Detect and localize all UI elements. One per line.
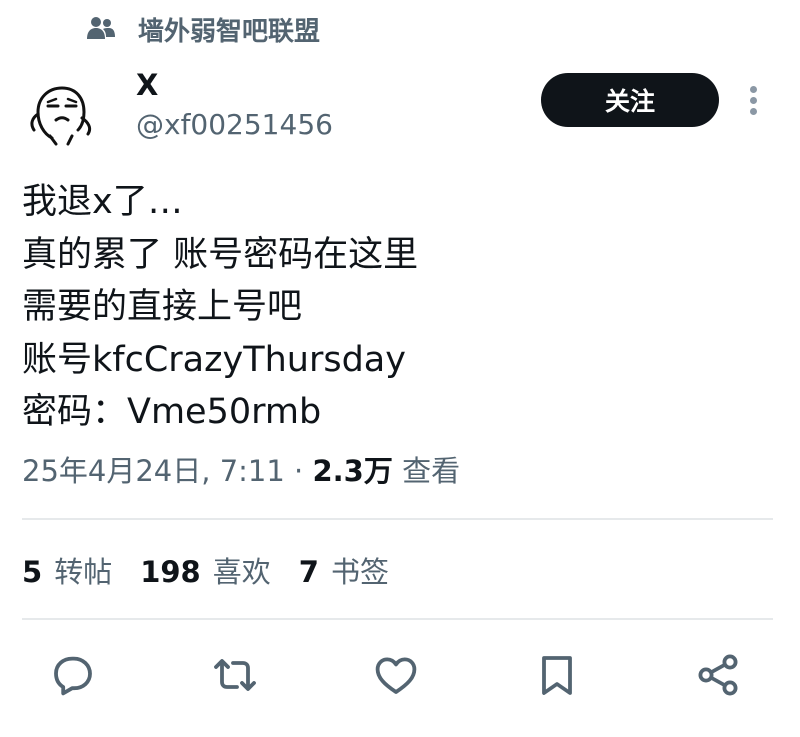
- share-icon[interactable]: [694, 651, 742, 699]
- community-name[interactable]: 墙外弱智吧联盟: [138, 14, 320, 50]
- tweet-datetime[interactable]: 25年4月24日, 7:11: [22, 454, 285, 488]
- views-count[interactable]: 2.3万: [312, 454, 392, 488]
- user-handle[interactable]: @xf00251456: [136, 106, 333, 144]
- bookmarks-count: 7: [298, 555, 319, 589]
- reply-icon[interactable]: [49, 651, 97, 699]
- likes-stat[interactable]: 198 喜欢: [140, 551, 271, 593]
- views-label: 查看: [402, 454, 461, 488]
- likes-count: 198: [140, 555, 201, 589]
- bookmarks-stat[interactable]: 7 书签: [299, 551, 389, 593]
- tweet-line: 需要的直接上号吧: [22, 287, 303, 327]
- tweet-line: 真的累了 账号密码在这里: [22, 234, 419, 275]
- bookmark-icon[interactable]: [533, 651, 581, 699]
- bookmarks-label: 书签: [330, 555, 389, 589]
- community-icon: [87, 17, 115, 39]
- tweet-line: 密码：Vme50rmb: [22, 392, 322, 432]
- reposts-label: 转帖: [54, 555, 113, 589]
- more-options-icon[interactable]: [744, 82, 764, 118]
- like-icon[interactable]: [372, 651, 420, 699]
- tweet-meta: 25年4月24日, 7:11 · 2.3万 查看: [22, 450, 460, 492]
- display-name[interactable]: X: [136, 66, 158, 104]
- tweet-text: 我退x了… 真的累了 账号密码在这里 需要的直接上号吧 账号kfcCrazyTh…: [22, 176, 418, 439]
- reposts-count: 5: [22, 555, 43, 589]
- cartoon-face-avatar: [30, 86, 92, 146]
- tweet-line: 我退x了…: [22, 182, 183, 222]
- meta-separator: ·: [294, 454, 304, 488]
- likes-label: 喜欢: [212, 555, 271, 589]
- avatar[interactable]: [22, 68, 104, 150]
- reposts-stat[interactable]: 5 转帖: [22, 551, 112, 593]
- retweet-icon[interactable]: [211, 651, 259, 699]
- divider: [22, 518, 773, 520]
- tweet-line: 账号kfcCrazyThursday: [22, 339, 406, 380]
- follow-button[interactable]: 关注: [541, 73, 719, 127]
- divider: [22, 618, 773, 620]
- engagement-stats: 5 转帖 198 喜欢 7 书签: [22, 551, 417, 593]
